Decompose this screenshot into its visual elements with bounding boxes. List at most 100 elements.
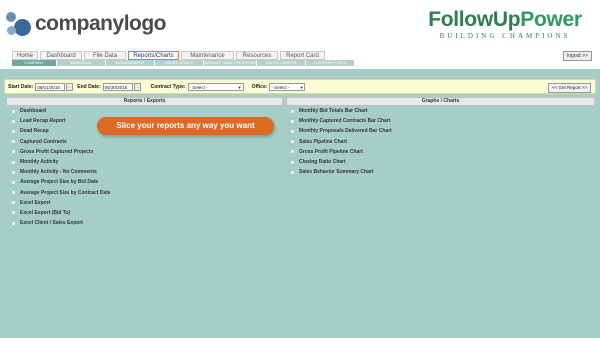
end-date-calendar-button[interactable]: ... [133,82,141,91]
contract-type-select[interactable]: - Select - ▼ [187,82,244,91]
list-item-label: Monthly Activity - No Comments [20,169,97,176]
list-item-label: Monthly Activity [20,159,59,166]
chart-link-monthly-bid-totals[interactable]: Monthly Bid Totals Bar Chart [291,106,392,116]
reports-list: Dashboard Lead Recap Report Dead Recap C… [12,106,111,228]
tab-resources[interactable]: Resources [236,51,278,60]
subtab-company[interactable]: COMPANY [12,60,56,66]
start-date-label: Start Date: [8,83,34,90]
bullet-icon [12,191,15,195]
contract-type-label: Contract Type: [150,83,186,90]
end-date-input[interactable]: 06/30/2015 [102,82,133,91]
bullet-icon [12,109,15,113]
list-item-label: Dashboard [20,108,47,115]
reports-header: Reports / Exports [6,97,283,106]
bullet-icon [12,201,15,205]
tab-dashboard[interactable]: Dashboard [40,51,82,60]
chart-link-closing-ratio[interactable]: Closing Ratio Chart [291,157,392,167]
get-report-button[interactable]: << Get Report >> [547,83,591,93]
start-date-input[interactable]: 06/01/2015 [35,82,66,91]
filter-bar: Start Date: 06/01/2015 ... End Date: 06/… [4,79,596,94]
report-link-dead-recap[interactable]: Dead Recap [12,126,111,136]
bullet-icon [291,109,294,113]
header: companylogo FollowUpPower BUILDING CHAMP… [0,0,600,48]
list-item-label: Closing Ratio Chart [299,159,346,166]
subtab-sales-graphs[interactable]: SALES GRAPHS [257,60,305,66]
subtab-manage-sales-persons[interactable]: MANAGE SALES PERSONS [204,60,256,66]
report-link-excel-export[interactable]: Excel Export [12,198,111,208]
graphs-list: Monthly Bid Totals Bar Chart Monthly Cap… [291,106,392,177]
tab-file-data[interactable]: File Data [84,51,126,60]
list-item-label: Excel Client / Sales Export [20,220,83,227]
chevron-down-icon: ▼ [237,84,242,90]
report-link-excel-export-bid-to[interactable]: Excel Export (Bid To) [12,208,111,218]
list-item-label: Monthly Captured Contracts Bar Chart [299,118,391,125]
subtab-individual[interactable]: INDIVIDUAL [57,60,105,66]
list-item-label: Excel Export [20,199,51,206]
bullet-icon [291,170,294,174]
tab-bar: Home Dashboard File Data Reports/Charts … [12,51,327,60]
chart-link-sales-pipeline[interactable]: Sales Pipeline Chart [291,137,392,147]
list-item-label: Monthly Bid Totals Bar Chart [299,108,368,115]
start-date-calendar-button[interactable]: ... [66,82,74,91]
tab-maintenance[interactable]: Maintenance [181,51,234,60]
bullet-icon [291,129,294,133]
bullet-icon [291,150,294,154]
subtab-company-stats[interactable]: COMPANY STATS [306,60,354,66]
report-link-avg-size-contract-date[interactable]: Average Project Size by Contract Date [12,188,111,198]
tab-home[interactable]: Home [12,51,38,60]
followup-power-logo: FollowUpPower BUILDING CHAMPIONS [420,8,590,40]
bullet-icon [12,221,15,225]
report-link-monthly-activity-no-comments[interactable]: Monthly Activity - No Comments [12,167,111,177]
bullet-icon [12,211,15,215]
office-label: Office: [251,83,268,90]
office-select[interactable]: - Select - ▼ [269,82,306,91]
report-link-avg-size-bid-date[interactable]: Average Project Size by Bid Date [12,177,111,187]
report-link-captured-contracts[interactable]: Captured Contracts [12,137,111,147]
subtab-management[interactable]: MANAGEMENT [106,60,154,66]
bullet-icon [12,129,15,133]
brand-prefix: FollowUp [428,8,521,31]
contract-type-value: - Select - [189,84,208,90]
bullet-icon [12,119,15,123]
list-item-label: Excel Export (Bid To) [20,209,71,216]
tab-reports-charts[interactable]: Reports/Charts [128,51,179,60]
bullet-icon [12,150,15,154]
company-logo: companylogo [6,12,167,36]
report-link-gross-profit-captured[interactable]: Gross Profit Captured Projects [12,147,111,157]
list-item-label: Monthly Proposals Delivered Bar Chart [299,128,392,135]
list-item-label: Average Project Size by Contract Date [20,189,111,196]
list-item-label: Gross Profit Pipeline Chart [299,148,363,155]
brand-power: Power [520,8,582,31]
bullet-icon [12,160,15,164]
end-date-label: End Date: [77,83,101,90]
chart-link-monthly-captured-contracts[interactable]: Monthly Captured Contracts Bar Chart [291,116,392,126]
chart-link-sales-behavior-summary[interactable]: Sales Behavior Summary Chart [291,167,392,177]
report-link-excel-client-sales[interactable]: Excel Client / Sales Export [12,218,111,228]
promo-callout: Slice your reports any way you want [97,117,274,135]
bullet-icon [291,160,294,164]
graphs-header: Graphs / Charts [286,97,595,106]
bullet-icon [12,170,15,174]
report-link-lead-recap[interactable]: Lead Recap Report [12,116,111,126]
list-item-label: Dead Recap [20,128,49,135]
tab-report-card[interactable]: Report Card [280,51,325,60]
bullet-icon [12,180,15,184]
list-item-label: Average Project Size by Bid Date [20,179,99,186]
logo-dots-icon [6,12,32,36]
bullet-icon [291,140,294,144]
report-link-monthly-activity[interactable]: Monthly Activity [12,157,111,167]
bullet-icon [291,119,294,123]
chart-link-gross-profit-pipeline[interactable]: Gross Profit Pipeline Chart [291,147,392,157]
logo-text: companylogo [35,12,167,35]
list-item-label: Lead Recap Report [20,118,66,125]
main-nav: Home Dashboard File Data Reports/Charts … [0,48,600,69]
subtab-sales-goals[interactable]: SALES GOALS [155,60,203,66]
list-item-label: Captured Contracts [20,138,67,145]
logout-button[interactable]: logout >> [563,51,592,61]
report-link-dashboard[interactable]: Dashboard [12,106,111,116]
subtab-bar: COMPANY INDIVIDUAL MANAGEMENT SALES GOAL… [12,60,355,66]
chevron-down-icon: ▼ [299,84,304,90]
list-item-label: Sales Pipeline Chart [299,138,348,145]
office-value: - Select - [271,84,290,90]
chart-link-monthly-proposals-delivered[interactable]: Monthly Proposals Delivered Bar Chart [291,126,392,136]
